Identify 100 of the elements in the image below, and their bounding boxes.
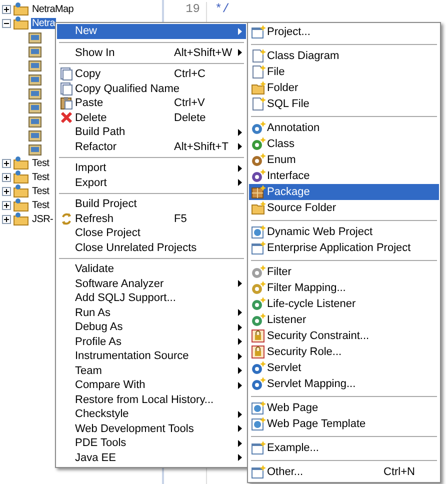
lock-icon [251, 329, 266, 343]
menu-item[interactable]: Example... [249, 440, 439, 456]
menu-item[interactable]: Enterprise Application Project [249, 240, 439, 256]
menu-item[interactable]: Listener [249, 312, 439, 328]
project-folder-icon [13, 184, 29, 198]
folder-icon [251, 201, 266, 215]
tree-item[interactable]: Netra [31, 18, 56, 28]
menu-item[interactable]: Class Diagram [249, 48, 439, 64]
menu-item[interactable]: Compare With [57, 378, 246, 392]
document-icon [60, 67, 73, 82]
menu-item[interactable]: Web Page [249, 400, 439, 416]
project-folder-icon [13, 198, 29, 212]
menu-item[interactable]: Copy Ctrl+C [57, 67, 246, 82]
menu-item[interactable]: Java EE [57, 450, 246, 465]
menu-item[interactable]: Web Page Template [249, 416, 439, 432]
line-number: 19 [184, 2, 200, 16]
menu-item[interactable]: Profile As [57, 334, 246, 349]
project-folder-icon [13, 156, 29, 170]
menu-item[interactable]: Show In Alt+Shift+W [57, 46, 246, 60]
menu-item[interactable]: File [249, 64, 439, 80]
expand-toggle-icon[interactable] [2, 4, 11, 14]
menu-item[interactable]: Folder [249, 80, 439, 96]
document-icon [251, 97, 266, 111]
globe-icon [251, 417, 266, 431]
shortcut-label: F5 [174, 212, 188, 225]
tree-node-icon [28, 100, 42, 114]
document-icon [60, 82, 73, 96]
expand-toggle-icon[interactable] [2, 186, 11, 196]
menu-item[interactable]: Servlet [249, 360, 439, 376]
menu-item[interactable]: Class [249, 136, 439, 152]
expand-toggle-icon[interactable] [2, 200, 11, 210]
menu-item[interactable]: PDE Tools [57, 436, 246, 450]
menu-item[interactable]: Annotation [249, 120, 439, 136]
menu-item[interactable]: Run As [57, 306, 246, 320]
menu-item[interactable]: Package [249, 184, 439, 200]
menu-item[interactable]: Validate [57, 262, 246, 276]
tree-node-icon [28, 128, 42, 142]
menu-item[interactable]: Other... Ctrl+N [249, 464, 439, 480]
menu-item[interactable]: Delete Delete [57, 110, 246, 125]
tree-node-icon [28, 86, 42, 100]
shortcut-label: Delete [174, 112, 207, 124]
circle-icon [251, 313, 266, 327]
tree-item[interactable]: Test [31, 200, 50, 210]
menu-item[interactable]: SQL File [249, 96, 439, 112]
project-folder-icon [13, 170, 29, 184]
submenu-arrow-icon [238, 49, 242, 56]
menu-item[interactable]: Filter Mapping... [249, 280, 439, 296]
circle-icon [251, 265, 266, 279]
expand-toggle-icon[interactable] [2, 214, 11, 224]
menu-item[interactable]: Software Analyzer [57, 276, 246, 291]
globe-icon [251, 225, 266, 239]
menu-item[interactable]: Filter [249, 264, 439, 280]
menu-item[interactable]: Source Folder [249, 200, 439, 216]
menu-item[interactable]: Debug As [57, 320, 246, 334]
menu-item[interactable]: Add SQLJ Support... [57, 291, 246, 306]
circle-icon [251, 377, 266, 391]
menu-item[interactable]: Import [57, 161, 246, 176]
menu-item[interactable]: Restore from Local History... [57, 392, 246, 407]
tree-item[interactable]: Test [31, 158, 50, 168]
menu-item[interactable]: Dynamic Web Project [249, 224, 439, 240]
tree-item[interactable]: NetraMap [31, 4, 75, 14]
menu-item[interactable]: Paste Ctrl+V [57, 96, 246, 110]
expand-toggle-icon[interactable] [2, 158, 11, 168]
expand-toggle-icon[interactable] [2, 172, 11, 182]
menu-item[interactable]: Instrumentation Source [57, 349, 246, 364]
tree-node-icon [28, 58, 42, 72]
menu-item[interactable]: Refresh F5 [57, 212, 246, 226]
delete-icon [60, 111, 73, 124]
window-icon [251, 25, 266, 39]
tree-item[interactable]: Test [31, 186, 50, 196]
menu-item[interactable]: Security Constraint... [249, 328, 439, 344]
menu-item[interactable]: Copy Qualified Name [57, 82, 246, 96]
menu-item[interactable]: Enum [249, 152, 439, 168]
menu-item[interactable]: Project... [249, 24, 439, 40]
circle-icon [251, 297, 266, 311]
globe-icon [251, 401, 266, 415]
menu-item[interactable]: Security Role... [249, 344, 439, 360]
submenu-arrow-icon [238, 280, 242, 288]
menu-item[interactable]: Web Development Tools [57, 422, 246, 436]
circle-icon [251, 361, 266, 375]
menu-item[interactable]: Refactor Alt+Shift+T [57, 140, 246, 154]
menu-item[interactable]: Build Path [57, 125, 246, 140]
menu-item[interactable]: Checkstyle [57, 407, 246, 422]
menu-item[interactable]: Close Project [57, 226, 246, 240]
expand-toggle-icon[interactable] [2, 18, 11, 28]
menu-item[interactable]: Interface [249, 168, 439, 184]
menu-item[interactable]: Team [57, 364, 246, 378]
window-icon [251, 241, 266, 255]
circle-icon [251, 169, 266, 183]
menu-item[interactable]: Servlet Mapping... [249, 376, 439, 392]
tree-item[interactable]: Test [31, 172, 50, 182]
tree-item[interactable]: JSR- [31, 214, 54, 224]
clipboard-icon [60, 96, 73, 110]
project-folder-icon [13, 212, 29, 226]
circle-icon [251, 137, 266, 151]
menu-item[interactable]: Build Project [57, 197, 246, 212]
menu-item[interactable]: Life-cycle Listener [249, 296, 439, 312]
menu-item[interactable]: New [57, 24, 246, 38]
menu-item[interactable]: Close Unrelated Projects [57, 240, 246, 255]
menu-item[interactable]: Export [57, 176, 246, 190]
